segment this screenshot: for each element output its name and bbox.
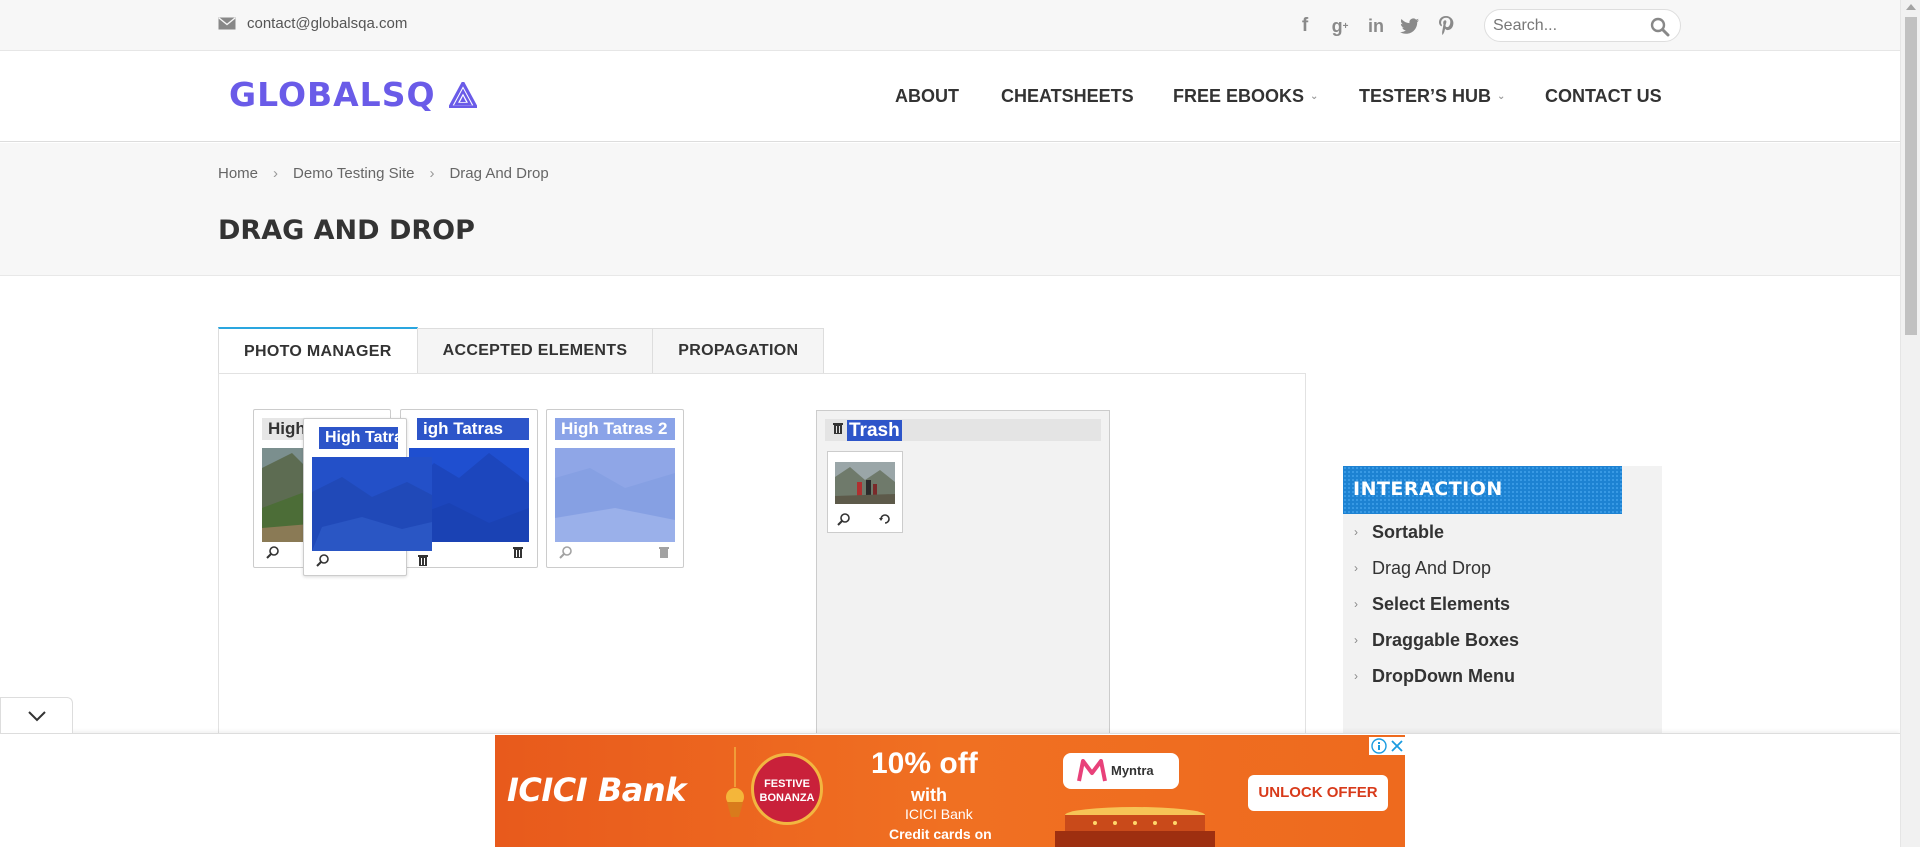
ad-info-icon[interactable] (1371, 738, 1387, 754)
nav-about[interactable]: ABOUT (895, 86, 959, 107)
chevron-right-icon: › (1354, 633, 1358, 647)
google-plus-icon[interactable]: g + (1327, 13, 1353, 39)
interaction-widget: INTERACTION › Sortable › Drag And Drop › Se… (1343, 466, 1662, 736)
chevron-right-icon: › (1354, 597, 1358, 611)
page: contact@globalsqa.com f g+ in GLOBALSQ A… (0, 0, 1920, 847)
page-title: DRAG AND DROP (218, 215, 475, 246)
breadcrumb-separator-icon: › (273, 165, 279, 182)
breadcrumb-home[interactable]: Home (218, 165, 258, 182)
zoom-icon[interactable] (559, 545, 573, 559)
top-bar: contact@globalsqa.com f g + in (0, 0, 1900, 51)
search-box[interactable] (1484, 9, 1681, 42)
logo-triangle-icon (449, 82, 477, 108)
sidebar-item-select-elements[interactable]: › Select Elements (1354, 594, 1511, 615)
ad-banner[interactable]: ICICI Bank FESTIVE BONANZA 10% off with … (495, 735, 1405, 847)
breadcrumb-current: Drag And Drop (449, 165, 549, 182)
sidebar-item-sortable[interactable]: › Sortable (1354, 522, 1445, 543)
gallery-item-title: High Tatras 3 (319, 427, 398, 449)
ad-bank-name: ICICI Bank (507, 771, 686, 809)
lamp-icon (726, 747, 744, 817)
sidebar-item-label: Draggable Boxes (1372, 630, 1520, 650)
breadcrumb: Home › Demo Testing Site › Drag And Drop (218, 165, 549, 182)
pinterest-icon[interactable] (1433, 13, 1459, 39)
chevron-down-icon: ⌄ (1497, 91, 1506, 102)
trash-title: Trash (847, 420, 902, 441)
partner-logo: Myntra (1063, 753, 1179, 789)
sidebar-item-label: Sortable (1372, 522, 1445, 542)
ad-controls (1369, 737, 1405, 755)
linkedin-icon[interactable]: in (1363, 13, 1389, 39)
partner-name: Myntra (1111, 763, 1154, 778)
gallery-item-title: High Tatras 2 (555, 418, 675, 440)
zoom-icon[interactable] (266, 545, 280, 559)
sidebar-item-label: Drag And Drop (1372, 558, 1492, 578)
chevron-right-icon: › (1354, 561, 1358, 575)
nav-cheatsheets[interactable]: CHEATSHEETS (1001, 86, 1134, 107)
festive-line-2: BONANZA (759, 792, 815, 804)
breadcrumb-demo-testing-site[interactable]: Demo Testing Site (293, 165, 414, 182)
unlock-offer-button[interactable]: UNLOCK OFFER (1248, 775, 1388, 811)
site-logo[interactable]: GLOBALSQ (229, 75, 436, 114)
zoom-icon[interactable] (837, 512, 851, 526)
gallery-item-3[interactable]: High Tatras 2 (546, 409, 684, 568)
ad-line-1: ICICI Bank (905, 806, 973, 822)
tab-propagation[interactable]: PROPAGATION (652, 328, 825, 373)
sidebar-item-label: DropDown Menu (1372, 666, 1515, 686)
chevron-right-icon: › (1354, 669, 1358, 683)
contact-email-link[interactable]: contact@globalsqa.com (247, 15, 407, 32)
gallery-item-dragging[interactable]: High Tatras 3 (303, 418, 432, 576)
chevron-down-icon (28, 711, 46, 722)
tab-accepted-elements[interactable]: ACCEPTED ELEMENTS (416, 328, 654, 373)
widget-title: INTERACTION (1353, 478, 1503, 500)
chevron-right-icon: › (1354, 525, 1358, 539)
nav-free-ebooks[interactable]: FREE EBOOKS ⌄ (1173, 86, 1318, 107)
nav-free-ebooks-label: FREE EBOOKS (1173, 86, 1305, 106)
page-title-area: Home › Demo Testing Site › Drag And Drop… (0, 143, 1900, 276)
twitter-icon[interactable] (1397, 13, 1423, 39)
nav-testers-hub[interactable]: TESTER’S HUB ⌄ (1359, 86, 1505, 107)
ad-with: with (911, 785, 947, 805)
stage-illustration (1055, 807, 1215, 847)
trash-icon[interactable] (511, 545, 525, 559)
tab-photo-manager[interactable]: PHOTO MANAGER (218, 327, 418, 374)
recycle-icon[interactable] (878, 512, 892, 526)
gallery-item-title: igh Tatras (417, 418, 529, 440)
mail-icon (218, 17, 236, 30)
scroll-up-icon[interactable] (1906, 4, 1916, 10)
gallery-item-image (312, 457, 432, 551)
collapse-ad-button[interactable] (0, 697, 73, 733)
trash-icon (833, 423, 843, 434)
ad-line-2: Credit cards on (889, 826, 992, 842)
search-icon[interactable] (1650, 17, 1670, 37)
trash-icon[interactable] (416, 553, 430, 567)
vertical-scrollbar[interactable] (1900, 0, 1920, 847)
gallery-item-image (555, 448, 675, 542)
sidebar-item-drag-and-drop[interactable]: › Drag And Drop (1354, 558, 1492, 579)
trash-icon[interactable] (657, 545, 671, 559)
myntra-logo-icon (1077, 759, 1107, 782)
ad-offer: 10% off (871, 747, 978, 780)
scrollbar-thumb[interactable] (1905, 17, 1917, 335)
sidebar-item-draggable-boxes[interactable]: › Draggable Boxes (1354, 630, 1520, 651)
facebook-icon[interactable]: f (1292, 13, 1318, 39)
festive-badge: FESTIVE BONANZA (751, 753, 823, 825)
nav-testers-hub-label: TESTER’S HUB (1359, 86, 1492, 106)
trashed-item-image (835, 462, 895, 504)
breadcrumb-separator-icon: › (429, 165, 435, 182)
zoom-icon[interactable] (316, 553, 330, 567)
ad-close-icon[interactable] (1389, 738, 1405, 754)
sidebar-item-dropdown-menu[interactable]: › DropDown Menu (1354, 666, 1515, 687)
trash-drop-zone[interactable]: Trash (816, 410, 1110, 740)
search-input[interactable] (1493, 16, 1643, 36)
sidebar-item-label: Select Elements (1372, 594, 1511, 614)
festive-line-1: FESTIVE (764, 778, 810, 790)
nav-contact-us[interactable]: CONTACT US (1545, 86, 1662, 107)
chevron-down-icon: ⌄ (1310, 91, 1319, 102)
site-header: GLOBALSQ ABOUT CHEATSHEETS FREE EBOOKS ⌄ … (0, 52, 1900, 142)
trashed-item[interactable] (827, 451, 903, 533)
demo-tabs: PHOTO MANAGER ACCEPTED ELEMENTS PROPAGAT… (218, 327, 825, 374)
